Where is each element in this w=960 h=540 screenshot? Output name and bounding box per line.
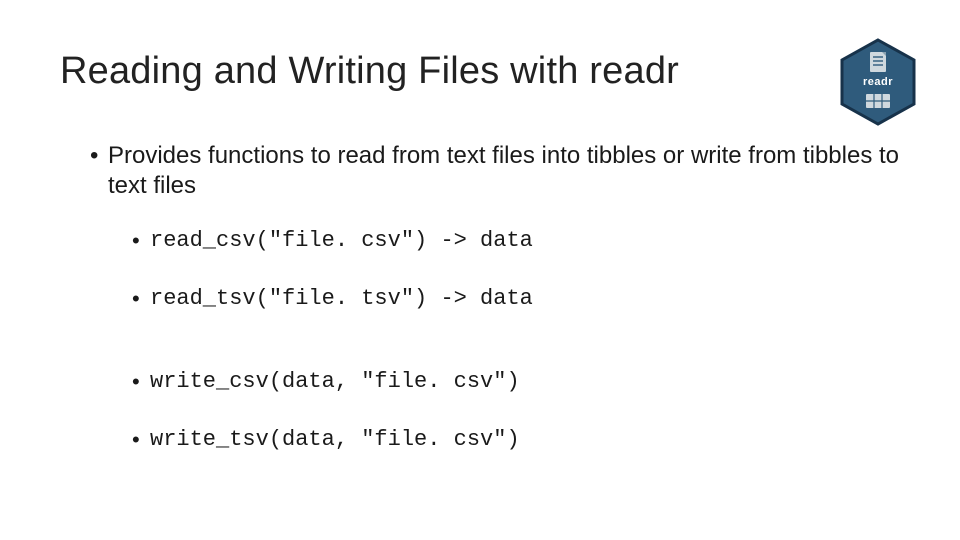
code-text: write_tsv(data, "file. csv") xyxy=(150,427,520,452)
code-text: write_csv(data, "file. csv") xyxy=(150,369,520,394)
bullet-main: Provides functions to read from text fil… xyxy=(90,141,900,453)
bullet-main-text: Provides functions to read from text fil… xyxy=(108,142,899,199)
code-text: read_tsv("file. tsv") -> data xyxy=(150,286,533,311)
code-text: read_csv("file. csv") -> data xyxy=(150,228,533,253)
code-bullet: write_csv(data, "file. csv") xyxy=(132,368,900,396)
hex-logo-label: readr xyxy=(840,76,916,88)
code-bullet: write_tsv(data, "file. csv") xyxy=(132,426,900,454)
slide-content: Provides functions to read from text fil… xyxy=(60,141,900,453)
slide: readr Reading and Writing Files with rea… xyxy=(0,0,960,540)
code-bullet: read_tsv("file. tsv") -> data xyxy=(132,285,900,313)
readr-hex-logo: readr xyxy=(840,38,916,126)
code-bullet: read_csv("file. csv") -> data xyxy=(132,227,900,255)
slide-title: Reading and Writing Files with readr xyxy=(60,50,900,93)
